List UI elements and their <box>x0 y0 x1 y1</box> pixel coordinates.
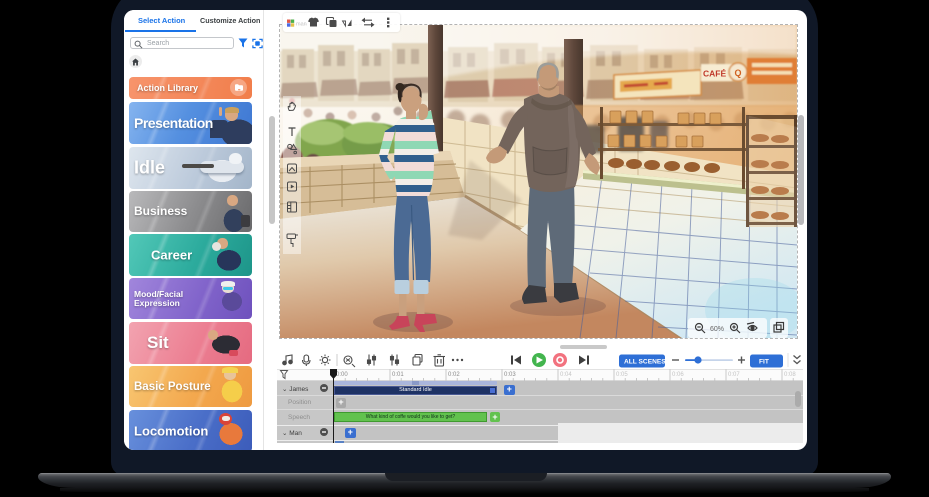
svg-text:man: man <box>296 22 307 28</box>
svg-text:0:06: 0:06 <box>672 372 684 378</box>
svg-text:0:03: 0:03 <box>504 372 516 378</box>
svg-text:Q: Q <box>735 68 742 78</box>
svg-text:0:08: 0:08 <box>784 372 796 378</box>
svg-text:60%: 60% <box>710 326 724 333</box>
svg-text:0:05: 0:05 <box>616 372 628 378</box>
svg-text:0:04: 0:04 <box>560 372 572 378</box>
svg-text:ALL SCENES: ALL SCENES <box>624 359 666 366</box>
svg-text:0:07: 0:07 <box>728 372 740 378</box>
svg-text:0:01: 0:01 <box>392 372 404 378</box>
svg-text:FIT: FIT <box>759 359 769 366</box>
svg-text:0:00: 0:00 <box>336 372 348 378</box>
svg-text:CAFÉ: CAFÉ <box>703 69 726 79</box>
svg-text:0:02: 0:02 <box>448 372 460 378</box>
